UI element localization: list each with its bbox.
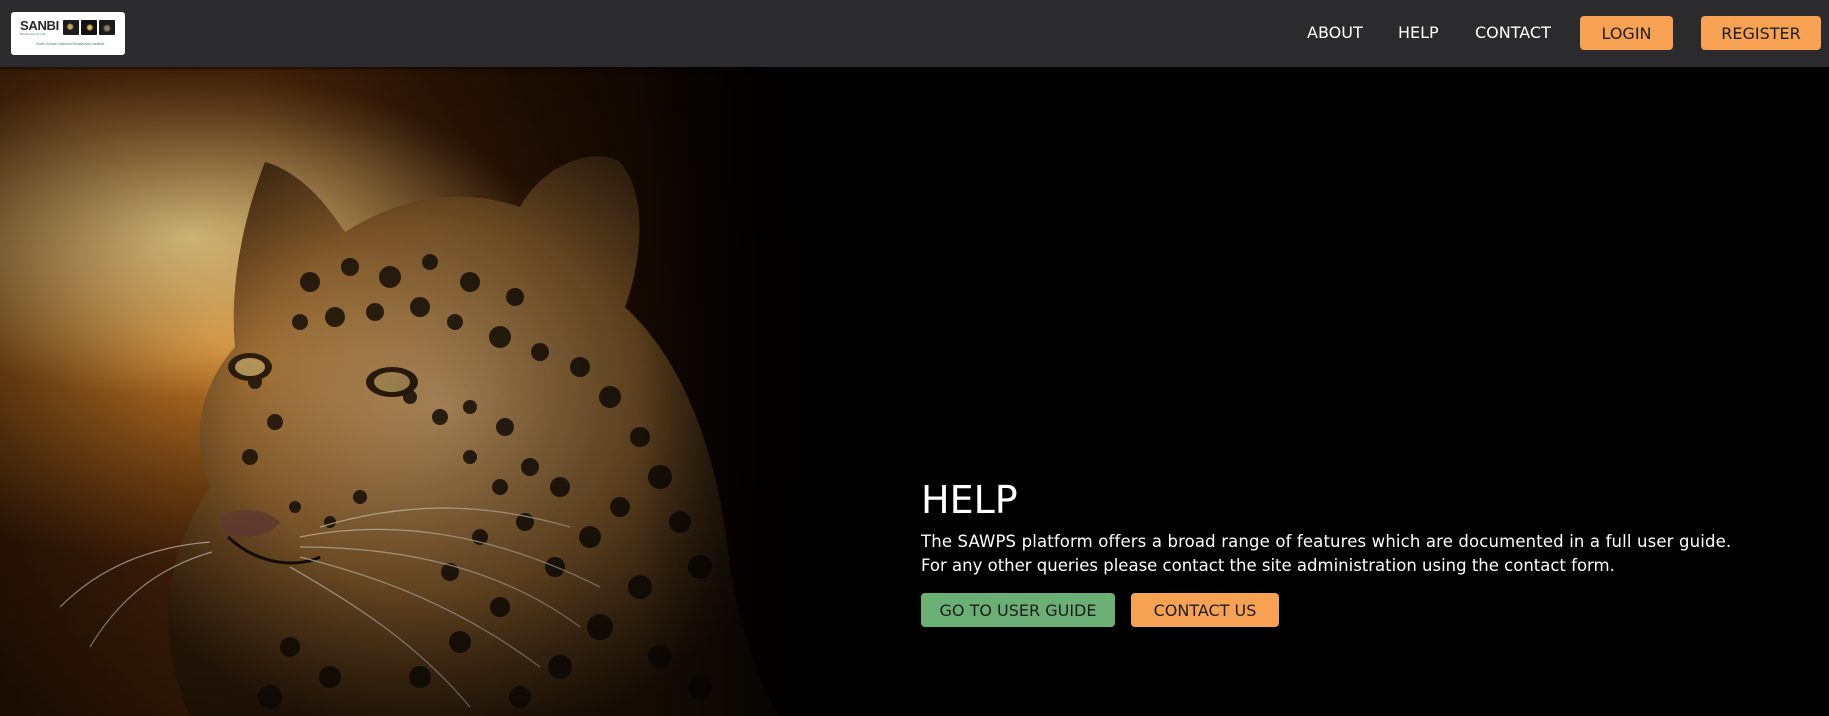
logo-subtitle: Biodiversity for Life — [20, 32, 46, 36]
help-description-line-2: For any other queries please contact the… — [921, 556, 1615, 575]
go-to-user-guide-button[interactable]: GO TO USER GUIDE — [921, 593, 1115, 627]
logo-tile-icon — [81, 20, 97, 35]
help-heading: HELP — [921, 478, 1018, 522]
leopard-illustration — [0, 67, 857, 716]
logo-image-tiles — [63, 20, 115, 35]
help-description-line-1: The SAWPS platform offers a broad range … — [921, 532, 1732, 551]
top-navbar: SANBI Biodiversity for Life South Africa… — [0, 0, 1829, 67]
register-button[interactable]: REGISTER — [1701, 16, 1821, 50]
nav-help-link[interactable]: HELP — [1398, 23, 1439, 42]
logo-title: SANBI — [20, 18, 59, 33]
contact-us-button[interactable]: CONTACT US — [1131, 593, 1279, 627]
sanbi-logo[interactable]: SANBI Biodiversity for Life South Africa… — [11, 12, 125, 55]
logo-caption: South African National Biodiversity Inst… — [36, 42, 105, 46]
nav-about-link[interactable]: ABOUT — [1307, 23, 1363, 42]
logo-tile-icon — [63, 20, 79, 35]
login-button[interactable]: LOGIN — [1580, 16, 1673, 50]
nav-contact-link[interactable]: CONTACT — [1475, 23, 1551, 42]
logo-tile-icon — [99, 20, 115, 35]
hero-leopard-image — [0, 67, 857, 716]
